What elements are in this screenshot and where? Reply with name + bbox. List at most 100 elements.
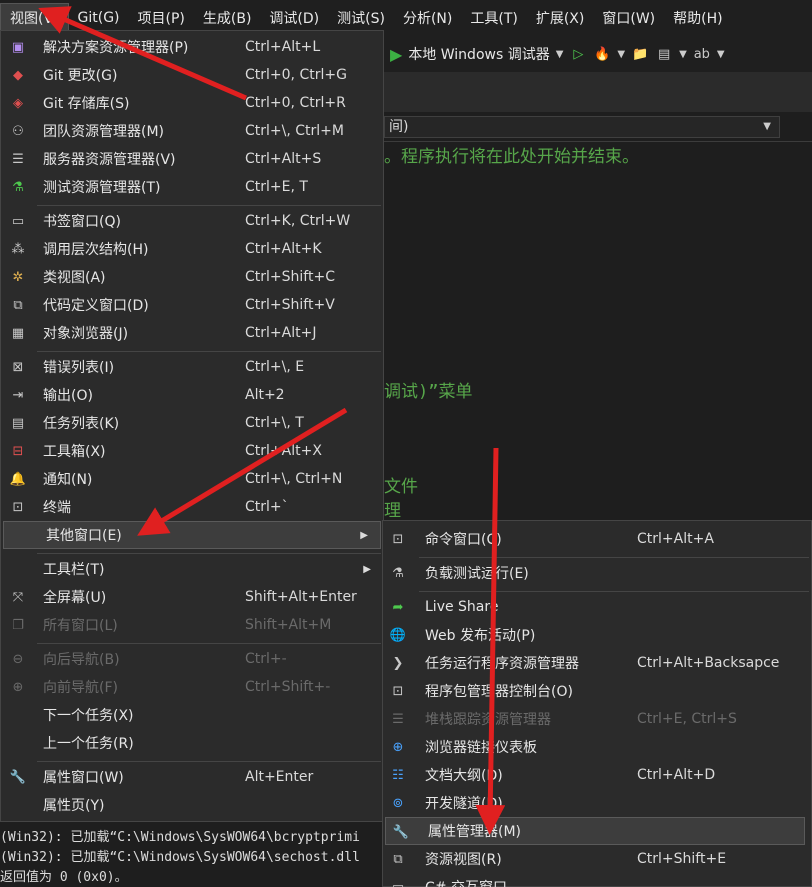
menu-item-label: 类视图(A) (43, 270, 106, 286)
menu-item-label: Live Share (425, 599, 499, 615)
menu-item-properties-window[interactable]: 🔧 属性窗口(W) Alt+Enter (1, 763, 383, 791)
document-outline-icon: ☷ (392, 767, 404, 783)
menu-item-label: 属性窗口(W) (43, 770, 124, 786)
menu-item-git-changes[interactable]: ◆ Git 更改(G) Ctrl+0, Ctrl+G (1, 61, 383, 89)
submenu-item-browser-link-dashboard[interactable]: ⊕ 浏览器链接仪表板 (383, 733, 811, 761)
start-without-debugging-icon[interactable]: ▷ (569, 45, 587, 63)
chevron-right-icon: ▶ (360, 529, 368, 541)
menu-item-label: 测试资源管理器(T) (43, 180, 161, 196)
menu-item-label: Git 更改(G) (43, 68, 118, 84)
chevron-down-icon[interactable]: ▼ (679, 49, 687, 60)
menu-item-full-screen[interactable]: ⤧ 全屏幕(U) Shift+Alt+Enter (1, 583, 383, 611)
menu-item-shortcut: Ctrl+\, E (245, 359, 305, 375)
object-browser-icon: ▦ (11, 325, 25, 341)
menu-item-label: 团队资源管理器(M) (43, 124, 165, 140)
menu-item-next-task[interactable]: 下一个任务(X) (1, 701, 383, 729)
find-in-files-icon[interactable]: 📁 (631, 45, 649, 63)
menu-item-previous-task[interactable]: 上一个任务(R) (1, 729, 383, 757)
standard-toolbar: ▶ 本地 Windows 调试器 ▼ ▷ 🔥 ▼ 📁 ▤ ▼ ab ▼ (384, 36, 812, 72)
menu-item-label: 文档大纲(D) (425, 768, 503, 784)
menu-item-other-windows[interactable]: 其他窗口(E) ▶ (3, 521, 381, 549)
menu-item-label: 程序包管理器控制台(O) (425, 684, 573, 700)
menu-item-label: 向前导航(F) (43, 680, 118, 696)
menu-item-bookmark-window[interactable]: ▭ 书签窗口(Q) Ctrl+K, Ctrl+W (1, 207, 383, 235)
chevron-down-icon[interactable]: ▼ (617, 49, 625, 60)
menu-item-label: 代码定义窗口(D) (43, 298, 149, 314)
menu-item-error-list[interactable]: ⊠ 错误列表(I) Ctrl+\, E (1, 353, 383, 381)
submenu-item-task-runner-explorer[interactable]: ❯ 任务运行程序资源管理器 Ctrl+Alt+Backsapce (383, 649, 811, 677)
spell-check-icon[interactable]: ab (693, 45, 711, 63)
fullscreen-icon: ⤧ (12, 589, 24, 605)
menu-item-test-explorer[interactable]: ⚗ 测试资源管理器(T) Ctrl+E, T (1, 173, 383, 201)
menu-item-toolbox[interactable]: ⊟ 工具箱(X) Ctrl+Alt+X (1, 437, 383, 465)
menu-item-shortcut: Ctrl+Shift+- (245, 679, 331, 695)
menu-item-terminal[interactable]: ⊡ 终端 Ctrl+` (1, 493, 383, 521)
submenu-item-live-share[interactable]: ➦ Live Share (383, 593, 811, 621)
menu-item-shortcut: Ctrl+\, T (245, 415, 304, 431)
menu-git[interactable]: Git(G) (69, 3, 129, 33)
menu-separator (419, 591, 809, 592)
debug-target-label[interactable]: 本地 Windows 调试器 (408, 44, 549, 64)
hot-reload-icon[interactable]: 🔥 (593, 45, 611, 63)
menu-item-toolbars[interactable]: 工具栏(T) ▶ (1, 555, 383, 583)
menu-item-output[interactable]: ⇥ 输出(O) Alt+2 (1, 381, 383, 409)
start-debugging-icon[interactable]: ▶ (390, 45, 402, 64)
chevron-right-icon: ▶ (363, 563, 371, 575)
menu-item-notifications[interactable]: 🔔 通知(N) Ctrl+\, Ctrl+N (1, 465, 383, 493)
submenu-item-property-manager[interactable]: 🔧 属性管理器(M) (385, 817, 805, 845)
submenu-item-csharp-interactive[interactable]: ▭ C# 交互窗口 (383, 873, 811, 887)
menu-item-label: 输出(O) (43, 388, 93, 404)
submenu-item-document-outline[interactable]: ☷ 文档大纲(D) Ctrl+Alt+D (383, 761, 811, 789)
menu-item-label: Web 发布活动(P) (425, 628, 536, 644)
menu-debug[interactable]: 调试(D) (260, 3, 328, 33)
menu-analyze[interactable]: 分析(N) (394, 3, 461, 33)
menu-item-call-hierarchy[interactable]: ⁂ 调用层次结构(H) Ctrl+Alt+K (1, 235, 383, 263)
code-comment-line: 理 (384, 501, 401, 521)
menu-item-code-definition-window[interactable]: ⧉ 代码定义窗口(D) Ctrl+Shift+V (1, 291, 383, 319)
back-icon: ⊖ (12, 651, 24, 667)
code-comment-line: 文件 (384, 477, 418, 497)
menu-tools[interactable]: 工具(T) (461, 3, 526, 33)
submenu-item-dev-tunnels[interactable]: ⊚ 开发隧道(D) (383, 789, 811, 817)
submenu-item-command-window[interactable]: ⊡ 命令窗口(C) Ctrl+Alt+A (383, 525, 811, 553)
submenu-item-load-test-run[interactable]: ⚗ 负载测试运行(E) (383, 559, 811, 587)
menu-item-all-windows: ❐ 所有窗口(L) Shift+Alt+M (1, 611, 383, 639)
menu-item-shortcut: Shift+Alt+Enter (245, 589, 357, 605)
menu-item-object-browser[interactable]: ▦ 对象浏览器(J) Ctrl+Alt+J (1, 319, 383, 347)
test-explorer-icon: ⚗ (12, 179, 24, 195)
menu-item-team-explorer[interactable]: ⚇ 团队资源管理器(M) Ctrl+\, Ctrl+M (1, 117, 383, 145)
menu-separator (37, 351, 381, 352)
menu-extensions[interactable]: 扩展(X) (527, 3, 594, 33)
menu-view[interactable]: 视图(V) (0, 3, 69, 33)
globe-icon: 🌐 (389, 627, 407, 643)
submenu-item-package-manager-console[interactable]: ⊡ 程序包管理器控制台(O) (383, 677, 811, 705)
menu-project[interactable]: 项目(P) (129, 3, 194, 33)
menu-build[interactable]: 生成(B) (194, 3, 261, 33)
menu-test[interactable]: 测试(S) (328, 3, 394, 33)
menu-item-label: 任务运行程序资源管理器 (425, 656, 579, 672)
menu-item-navigate-backward: ⊖ 向后导航(B) Ctrl+- (1, 645, 383, 673)
menu-item-shortcut: Ctrl+Alt+X (245, 443, 322, 459)
chevron-down-icon[interactable]: ▼ (556, 49, 564, 60)
navigation-bar: 间) ▼ (384, 112, 812, 142)
menu-item-property-pages[interactable]: 属性页(Y) (1, 791, 383, 819)
submenu-item-stack-trace-explorer: ☰ 堆栈跟踪资源管理器 Ctrl+E, Ctrl+S (383, 705, 811, 733)
menu-item-shortcut: Ctrl+0, Ctrl+R (245, 95, 346, 111)
menu-item-class-view[interactable]: ✲ 类视图(A) Ctrl+Shift+C (1, 263, 383, 291)
menu-item-git-repository[interactable]: ◈ Git 存储库(S) Ctrl+0, Ctrl+R (1, 89, 383, 117)
menu-help[interactable]: 帮助(H) (664, 3, 731, 33)
toolbox-icon: ⊟ (12, 443, 24, 459)
member-dropdown[interactable]: 间) ▼ (384, 116, 780, 138)
csharp-interactive-icon: ▭ (391, 879, 405, 887)
menu-window[interactable]: 窗口(W) (593, 3, 664, 33)
menu-item-label: 下一个任务(X) (43, 708, 134, 724)
solution-explorer-icon: ▣ (11, 39, 25, 55)
menu-item-solution-explorer[interactable]: ▣ 解决方案资源管理器(P) Ctrl+Alt+L (1, 33, 383, 61)
menu-item-task-list[interactable]: ▤ 任务列表(K) Ctrl+\, T (1, 409, 383, 437)
menu-item-server-explorer[interactable]: ☰ 服务器资源管理器(V) Ctrl+Alt+S (1, 145, 383, 173)
submenu-item-resource-view[interactable]: ⧉ 资源视图(R) Ctrl+Shift+E (383, 845, 811, 873)
chevron-down-icon: ▼ (763, 121, 771, 132)
window-layout-icon[interactable]: ▤ (655, 45, 673, 63)
chevron-down-icon[interactable]: ▼ (717, 49, 725, 60)
submenu-item-web-publish-activity[interactable]: 🌐 Web 发布活动(P) (383, 621, 811, 649)
